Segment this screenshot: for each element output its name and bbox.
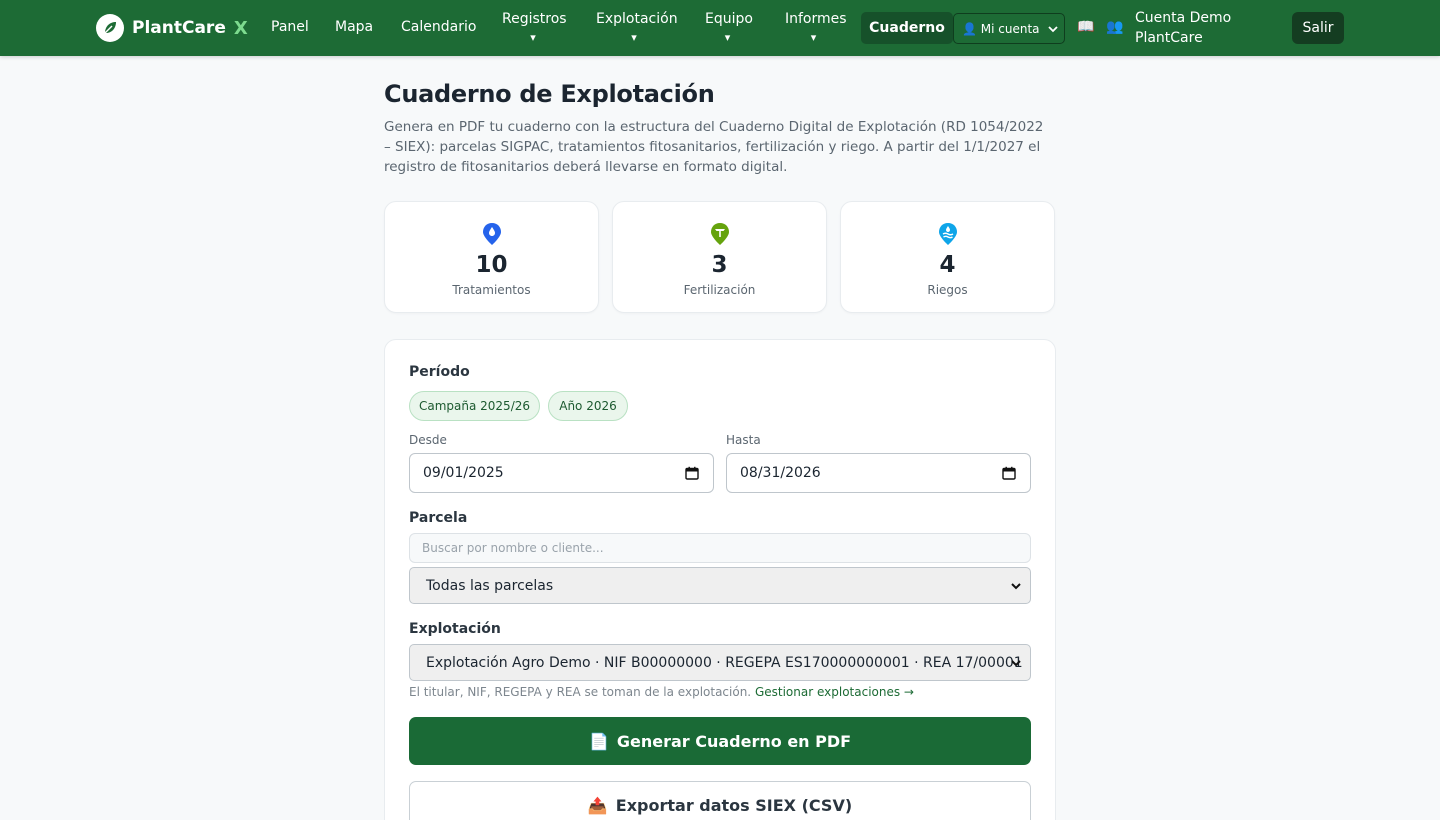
from-label: Desde — [409, 433, 447, 447]
user-name: Cuenta Demo PlantCare — [1135, 8, 1231, 48]
drop-pin-icon — [483, 223, 501, 245]
nav-dropdown-label: Registros — [502, 11, 567, 27]
chevron-down-icon: ▾ — [530, 31, 536, 44]
chevron-down-icon: ▾ — [810, 31, 817, 44]
brand-name: PlantCare — [132, 18, 226, 38]
stat-label: Fertilización — [683, 283, 756, 297]
chevron-down-icon — [1048, 26, 1058, 33]
stat-value: 4 — [939, 252, 956, 278]
top-navbar: PlantCare X Panel Mapa Calendario Regist… — [0, 0, 1440, 56]
document-icon: 📄 — [588, 731, 609, 751]
users-icon[interactable]: 👥 — [1106, 19, 1124, 37]
book-icon[interactable]: 📖 — [1077, 19, 1095, 37]
generate-pdf-button[interactable]: 📄 Generar Cuaderno en PDF — [409, 717, 1031, 765]
parcel-label: Parcela — [409, 510, 468, 526]
nav-link-cuaderno[interactable]: Cuaderno — [861, 12, 953, 44]
leaf-logo-icon — [96, 14, 124, 42]
to-date-input[interactable]: 08/31/2026 — [726, 453, 1031, 493]
exploitation-label: Explotación — [409, 621, 501, 637]
stat-value: 10 — [475, 252, 508, 278]
stat-value: 3 — [711, 252, 728, 278]
nav-dropdown-informes[interactable]: Informes ▾ — [785, 9, 847, 47]
account-select-label: 👤 Mi cuenta — [962, 21, 1040, 36]
outbox-icon: 📤 — [587, 795, 608, 815]
nav-dropdown-label: Equipo — [705, 11, 753, 27]
chip-campaign[interactable]: Campaña 2025/26 — [409, 391, 540, 421]
export-siex-label: Exportar datos SIEX (CSV) — [615, 795, 853, 815]
parcel-search-input[interactable]: Buscar por nombre o cliente... — [409, 533, 1031, 563]
from-date-input[interactable]: 09/01/2025 — [409, 453, 714, 493]
nav-dropdown-label: Explotación — [596, 11, 678, 27]
hint-text: El titular, NIF, REGEPA y REA se toman d… — [409, 685, 752, 699]
user-name-line1: Cuenta Demo — [1135, 10, 1232, 26]
calendar-icon[interactable] — [685, 466, 699, 480]
page-description: Genera en PDF tu cuaderno con la estruct… — [384, 119, 1044, 175]
export-siex-button[interactable]: 📤 Exportar datos SIEX (CSV) — [409, 781, 1031, 820]
stat-card-riegos: 4 Riegos — [840, 201, 1055, 313]
stat-card-tratamientos: 10 Tratamientos — [384, 201, 599, 313]
brand[interactable]: PlantCare X — [96, 14, 248, 42]
calendar-icon[interactable] — [1002, 466, 1016, 480]
to-date-value: 08/31/2026 — [740, 465, 821, 481]
exploitation-select-value: Explotación Agro Demo · NIF B00000000 · … — [426, 654, 1023, 671]
stat-label: Tratamientos — [452, 283, 531, 297]
exploitation-select[interactable]: Explotación Agro Demo · NIF B00000000 · … — [409, 644, 1031, 681]
chip-year[interactable]: Año 2026 — [548, 391, 628, 421]
logout-button[interactable]: Salir — [1292, 12, 1344, 44]
from-date-value: 09/01/2025 — [423, 465, 504, 481]
manage-exploitations-link[interactable]: Gestionar explotaciones → — [755, 685, 914, 699]
nav-link-panel[interactable]: Panel — [271, 19, 309, 35]
nav-dropdown-equipo[interactable]: Equipo ▾ — [705, 9, 753, 47]
parcel-select[interactable]: Todas las parcelas — [409, 567, 1031, 604]
nav-dropdown-registros[interactable]: Registros ▾ — [502, 9, 567, 47]
user-name-line2: PlantCare — [1135, 30, 1203, 46]
stat-label: Riegos — [927, 283, 968, 297]
chevron-down-icon — [1011, 583, 1021, 590]
nav-link-mapa[interactable]: Mapa — [335, 19, 373, 35]
period-label: Período — [409, 364, 470, 380]
stat-card-fertilizacion: 3 Fertilización — [612, 201, 827, 313]
page-title: Cuaderno de Explotación — [384, 80, 715, 108]
water-pin-icon — [939, 223, 957, 245]
chevron-down-icon — [1011, 660, 1021, 667]
nav-link-calendario[interactable]: Calendario — [401, 19, 476, 35]
nav-dropdown-explotacion[interactable]: Explotación ▾ — [596, 9, 678, 47]
brand-suffix: X — [233, 17, 248, 39]
to-label: Hasta — [726, 433, 761, 447]
account-select[interactable]: 👤 Mi cuenta — [953, 13, 1065, 44]
nav-dropdown-label: Informes — [785, 11, 847, 27]
parcel-select-value: Todas las parcelas — [426, 577, 554, 594]
chevron-down-icon: ▾ — [724, 31, 731, 44]
chevron-down-icon: ▾ — [631, 31, 637, 44]
plant-pin-icon — [711, 223, 729, 245]
exploitation-hint: El titular, NIF, REGEPA y REA se toman d… — [409, 685, 914, 699]
generate-pdf-label: Generar Cuaderno en PDF — [616, 731, 852, 751]
